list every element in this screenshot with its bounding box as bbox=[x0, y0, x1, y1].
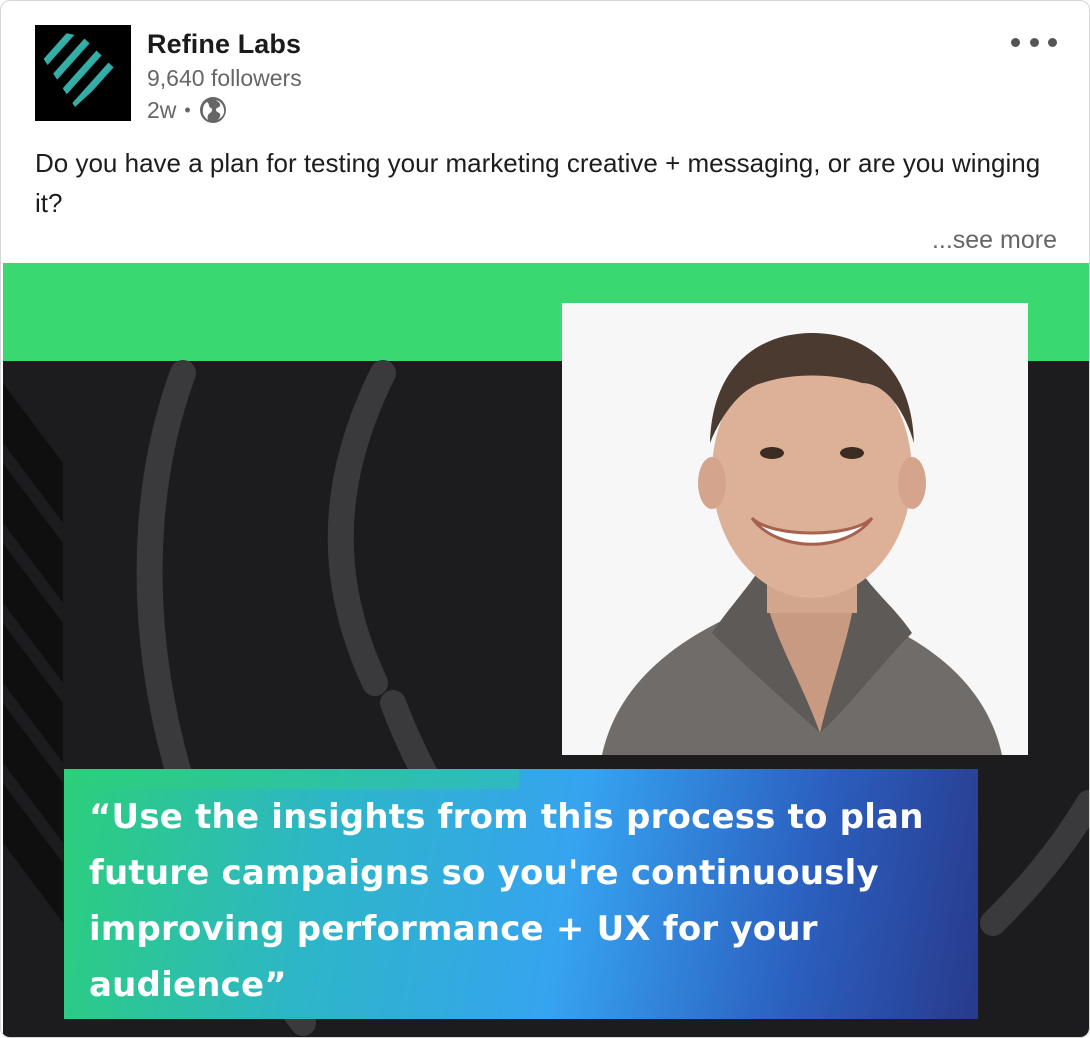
company-logo[interactable] bbox=[35, 25, 131, 121]
post-card: Refine Labs 9,640 followers 2w • Do you … bbox=[0, 0, 1090, 1038]
follower-count: 9,640 followers bbox=[147, 65, 302, 91]
post-meta: 2w • bbox=[147, 95, 227, 125]
see-more-link[interactable]: ...see more bbox=[932, 226, 1057, 255]
post-body-text: Do you have a plan for testing your mark… bbox=[35, 148, 1041, 218]
headshot-photo bbox=[562, 303, 1028, 755]
company-name[interactable]: Refine Labs bbox=[147, 29, 301, 60]
quote-text: “Use the insights from this process to p… bbox=[89, 797, 924, 1005]
refine-labs-logo-icon bbox=[41, 33, 126, 107]
post-header: Refine Labs 9,640 followers 2w • bbox=[1, 1, 1089, 131]
globe-icon bbox=[199, 96, 227, 124]
post-image[interactable]: “Use the insights from this process to p… bbox=[3, 263, 1089, 1037]
quote-panel-tab bbox=[64, 769, 519, 789]
post-age: 2w bbox=[147, 96, 177, 123]
ellipsis-icon bbox=[1011, 37, 1020, 47]
meta-separator: • bbox=[184, 99, 191, 120]
more-options-button[interactable] bbox=[1011, 31, 1057, 53]
